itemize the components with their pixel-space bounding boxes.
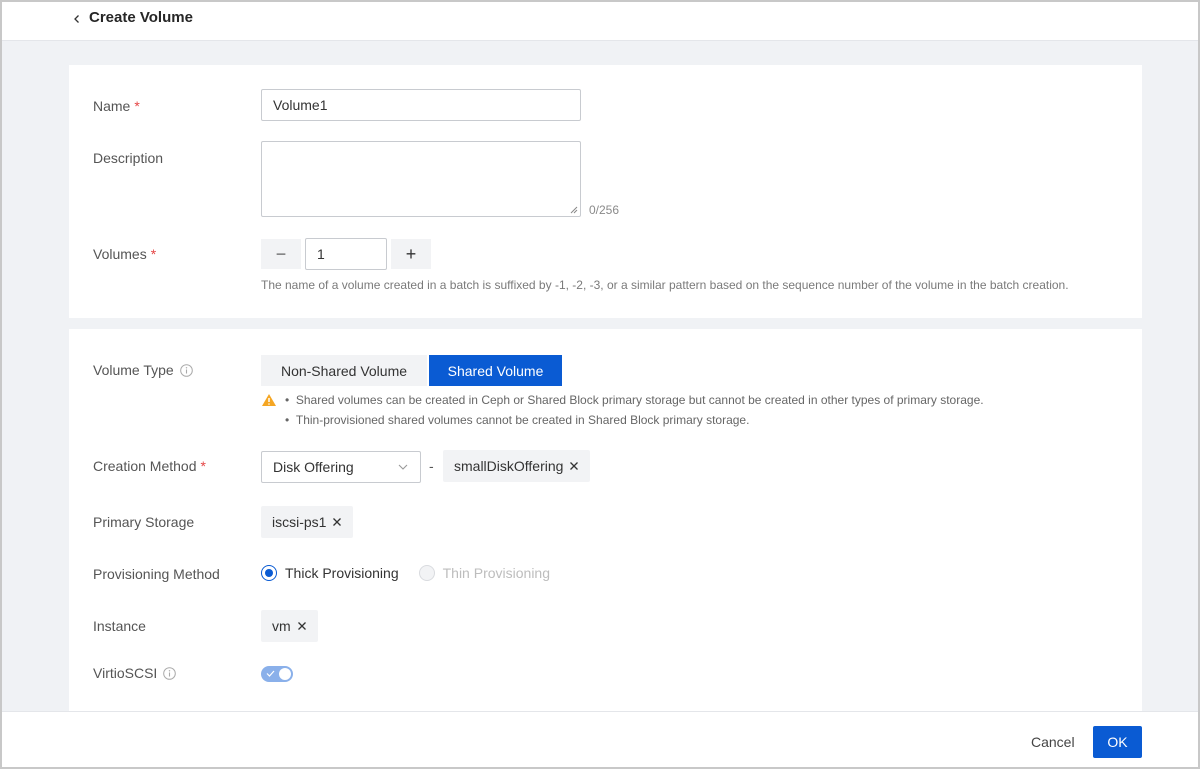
provisioning-method-radio-group: Thick Provisioning Thin Provisioning: [261, 565, 570, 581]
instance-label: Instance: [93, 618, 146, 634]
thick-provisioning-radio[interactable]: Thick Provisioning: [261, 565, 399, 581]
cancel-button[interactable]: Cancel: [1019, 726, 1087, 758]
thin-provisioning-radio: Thin Provisioning: [418, 565, 550, 581]
provisioning-method-label: Provisioning Method: [93, 566, 220, 582]
close-icon[interactable]: [297, 621, 307, 631]
required-mark: *: [200, 458, 206, 474]
shared-volume-option[interactable]: Shared Volume: [429, 355, 562, 386]
volumes-count-input[interactable]: 1: [305, 238, 387, 270]
warning-icon: [262, 394, 276, 406]
decrement-button[interactable]: −: [261, 239, 301, 269]
name-input[interactable]: Volume1: [261, 89, 581, 121]
description-label: Description: [93, 150, 164, 166]
chevron-down-icon: [398, 464, 408, 470]
info-icon[interactable]: [179, 363, 193, 377]
volumes-label: Volumes *: [93, 246, 157, 262]
increment-button[interactable]: +: [391, 239, 431, 269]
close-icon[interactable]: [569, 461, 579, 471]
name-label: Name *: [93, 98, 140, 114]
check-icon: [266, 670, 275, 677]
chevron-left-icon[interactable]: [72, 11, 82, 27]
primary-storage-label: Primary Storage: [93, 514, 195, 530]
page-footer: Cancel OK: [2, 711, 1198, 767]
primary-storage-tag: iscsi-ps1: [261, 506, 354, 538]
create-volume-page: Create Volume Name * Volume1 Description…: [0, 0, 1200, 769]
close-icon[interactable]: [332, 517, 342, 527]
basic-info-card: Name * Volume1 Description 0/256 Volumes…: [69, 65, 1142, 318]
non-shared-volume-option[interactable]: Non-Shared Volume: [261, 355, 427, 386]
disk-offering-tag: smallDiskOffering: [443, 450, 591, 482]
volume-type-label: Volume Type: [93, 362, 193, 378]
description-counter: 0/256: [589, 203, 620, 217]
creation-method-select[interactable]: Disk Offering: [261, 451, 421, 483]
required-mark: *: [134, 98, 140, 114]
volume-type-note: • Thin-provisioned shared volumes cannot…: [285, 413, 750, 427]
back-button[interactable]: [72, 7, 82, 31]
page-title: Create Volume: [89, 9, 193, 26]
info-icon[interactable]: [163, 666, 177, 680]
ok-button[interactable]: OK: [1093, 726, 1142, 758]
instance-tag: vm: [261, 610, 318, 642]
virtio-scsi-toggle[interactable]: [261, 666, 293, 682]
page-header: Create Volume: [2, 2, 1198, 41]
virtio-scsi-label: VirtioSCSI: [93, 665, 177, 681]
description-textarea[interactable]: [261, 141, 581, 217]
separator: -: [429, 458, 434, 474]
volume-type-note: • Shared volumes can be created in Ceph …: [261, 393, 984, 407]
resize-grip-icon[interactable]: [570, 206, 578, 214]
volumes-hint: The name of a volume created in a batch …: [261, 278, 1069, 292]
creation-method-label: Creation Method *: [93, 458, 206, 474]
configuration-card: Volume Type Non-Shared Volume Shared Vol…: [69, 329, 1142, 711]
required-mark: *: [150, 246, 157, 262]
